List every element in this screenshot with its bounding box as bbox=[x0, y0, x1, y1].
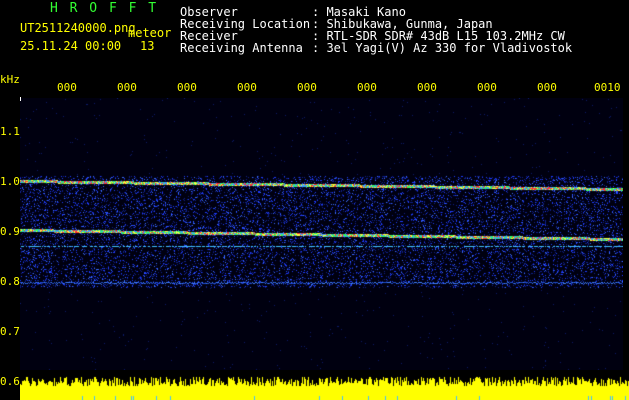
time-tick: 000 bbox=[477, 81, 497, 94]
event-count: 13 bbox=[140, 39, 155, 53]
app-brand: H R O F F T bbox=[50, 1, 159, 16]
time-tick: 000 bbox=[237, 81, 257, 94]
spectrogram-image bbox=[20, 98, 623, 388]
frequency-tick: 0.9 bbox=[0, 225, 20, 238]
antenna-value: : 3el Yagi(V) Az 330 for Vladivostok bbox=[312, 41, 573, 55]
time-tick: 0010 bbox=[594, 81, 621, 94]
frequency-tick: 0.7 bbox=[0, 325, 20, 338]
antenna-label: Receiving Antenna bbox=[180, 41, 303, 55]
time-tick: 000 bbox=[537, 81, 557, 94]
time-tick: 000 bbox=[117, 81, 137, 94]
frequency-tick: 1.0 bbox=[0, 175, 20, 188]
time-tick: 000 bbox=[177, 81, 197, 94]
axis-tick-mark bbox=[20, 97, 21, 101]
time-tick: 000 bbox=[417, 81, 437, 94]
time-tick: 000 bbox=[57, 81, 77, 94]
frequency-tick: 0.6 bbox=[0, 375, 20, 388]
file-kind: meteor bbox=[128, 26, 172, 40]
time-tick: 000 bbox=[297, 81, 317, 94]
frequency-tick: 1.1 bbox=[0, 125, 20, 138]
hrofft-spectrogram-screen: H R O F F T UT2511240000.png meteor 25.1… bbox=[0, 0, 629, 400]
frequency-tick: 0.8 bbox=[0, 275, 20, 288]
signal-level-graph bbox=[20, 370, 629, 400]
file-datetime: 25.11.24 00:00 bbox=[20, 39, 122, 53]
frequency-unit: kHz bbox=[0, 73, 20, 86]
time-tick: 000 bbox=[357, 81, 377, 94]
file-name: UT2511240000.png bbox=[20, 21, 136, 35]
